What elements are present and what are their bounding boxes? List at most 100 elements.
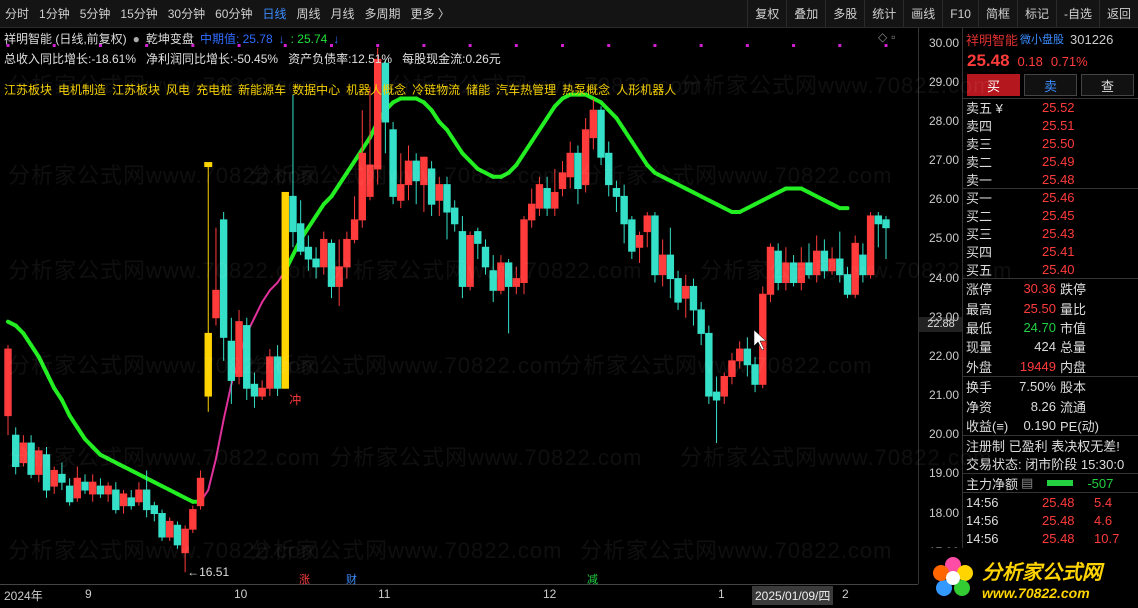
ask-price[interactable]: 25.49 [1042,154,1075,169]
toolbar-button[interactable]: F10 [942,0,978,27]
toolbar-button[interactable]: 复权 [747,0,786,27]
candle-body [789,262,798,284]
period-tab[interactable]: 分时 [0,0,34,27]
concept-tag[interactable]: 江苏板块 [112,81,160,98]
period-tab[interactable]: 多周期 [360,0,406,27]
square-icon[interactable]: ▫ [891,30,895,44]
candle-body [397,184,405,201]
quote-stock-tag[interactable]: 微小盘股 [1020,31,1064,47]
period-tab[interactable]: 周线 [291,0,325,27]
kline-chart[interactable]: ←16.51 冲 [0,28,962,604]
ma-line-segment [614,116,627,132]
ma-line-segment [36,354,49,375]
candle-body [651,215,659,276]
candle-body [766,246,775,295]
candle-body [27,442,35,475]
tick-price: 25.48 [1042,530,1075,546]
toolbar-button[interactable]: 画线 [903,0,942,27]
concept-tag[interactable]: 数据中心 [292,81,340,98]
concept-tag[interactable]: 储能 [466,81,490,98]
ask-price[interactable]: 25.51 [1042,118,1075,133]
ask-price[interactable]: 25.52 [1042,100,1075,115]
list-icon[interactable]: ▤ [1021,475,1033,491]
concept-tag[interactable]: 江苏板块 [4,81,52,98]
period-tab[interactable]: 月线 [326,0,360,27]
toolbar-button[interactable]: 多股 [825,0,864,27]
period-tab[interactable]: 1分钟 [34,0,75,27]
bid-price[interactable]: 25.40 [1042,262,1075,277]
bid-book: 买一 25.46 买二 25.45 买三 25.43 买四 25.41 买五 25.40 [963,187,1138,278]
fundamentals-line: 总收入同比增长:-18.61% 净利润同比增长:-50.45% 资产负债率:12.5… [4,50,501,67]
ma-line-segment [637,151,650,168]
ma-line-segment [314,202,326,218]
candle-body [658,254,667,276]
candle-body [751,364,759,385]
candle-body [96,485,105,495]
toolbar-button[interactable]: 统计 [864,0,903,27]
quote-panel: 祥明智能 微小盘股 301226 25.48 0.18 0.71% 买 卖 查 … [962,28,1138,608]
query-button[interactable]: 查 [1081,74,1134,96]
event-tag-limit-up[interactable]: 涨 [299,571,310,587]
ask-price[interactable]: 25.50 [1042,136,1075,151]
indicator-settings-icon[interactable]: ● [133,32,140,46]
ma-line-segment [360,135,372,152]
concept-tag[interactable]: 人形机器人 [616,81,676,98]
bid-price[interactable]: 25.46 [1042,190,1075,205]
event-tag-finance[interactable]: 财 [346,571,357,587]
period-tabs: 分时 1分钟 5分钟 15分钟 30分钟 60分钟 日线 周线 月线 多周期 更多 〉 [0,0,455,27]
tick-time: 14:56 [966,512,999,528]
stat-value: 30.36 [1023,281,1056,297]
trade-status: 交易状态: 闭市阶段 15:30:0 [966,457,1125,473]
concept-tag[interactable]: 机器人概念 [346,81,406,98]
stats-block-1: 涨停 30.36 跌停 最高 25.50 量比 最低 24.70 市值 现量 424 总量 外盘 1944… [963,277,1138,376]
concept-tag[interactable]: 电机制造 [58,81,106,98]
candle-body [805,262,813,276]
ma-line-segment [222,383,233,421]
concept-tag[interactable]: 充电桩 [196,81,232,98]
candle-body [266,356,274,389]
concept-tag[interactable]: 热泵概念 [562,81,610,98]
period-tab[interactable]: 更多 〉 [406,0,455,27]
period-tab[interactable]: 60分钟 [210,0,257,27]
toolbar-button[interactable]: 叠加 [786,0,825,27]
candle-body [543,188,551,209]
sell-button[interactable]: 卖 [1024,74,1077,96]
period-tab[interactable]: 5分钟 [75,0,116,27]
concept-tag[interactable]: 新能源车 [238,81,286,98]
candle-body [42,454,51,491]
candle-body [389,129,397,197]
ma-line-segment [261,289,271,304]
signal-dot [792,44,796,47]
toolbar-button[interactable]: 返回 [1098,0,1138,27]
bid-row: 买五 25.40 [963,260,1138,278]
signal-dot [745,44,749,47]
stat-row: 换手 7.50% 股本 [963,377,1138,396]
bid-row: 买二 25.45 [963,207,1138,225]
period-tab[interactable]: 日线 [257,0,291,27]
candle-body [50,469,58,487]
bid-price[interactable]: 25.43 [1042,226,1075,241]
toolbar-button[interactable]: 标记 [1016,0,1056,27]
period-tab[interactable]: 30分钟 [163,0,210,27]
bid-price[interactable]: 25.41 [1042,244,1075,259]
bid-price[interactable]: 25.45 [1042,208,1075,223]
indicator-name[interactable]: 乾坤变盘 [146,30,194,47]
event-tag-reduce[interactable]: 减 [587,571,598,587]
kline-canvas[interactable]: ←16.51 冲 [0,28,918,584]
concept-tag[interactable]: 汽车热管理 [496,81,556,98]
candle-body [204,332,212,397]
logo-url: www.70822.com [982,584,1090,601]
buy-button[interactable]: 买 [967,74,1020,96]
quote-price-row: 25.48 0.18 0.71% [963,50,1138,72]
candle-body [273,356,282,389]
ma-line-segment [59,397,72,418]
concept-tag[interactable]: 风电 [166,81,190,98]
ask-price[interactable]: 25.48 [1042,172,1075,187]
period-tab[interactable]: 15分钟 [115,0,162,27]
main-flow-bar [1047,480,1074,487]
concept-tag[interactable]: 冷链物流 [412,81,460,98]
price-axis-label: 26.00 [928,192,959,207]
toolbar-button[interactable]: 简框 [977,0,1017,27]
diamond-icon[interactable]: ◇ [878,30,887,44]
toolbar-button[interactable]: -自选 [1055,0,1099,27]
